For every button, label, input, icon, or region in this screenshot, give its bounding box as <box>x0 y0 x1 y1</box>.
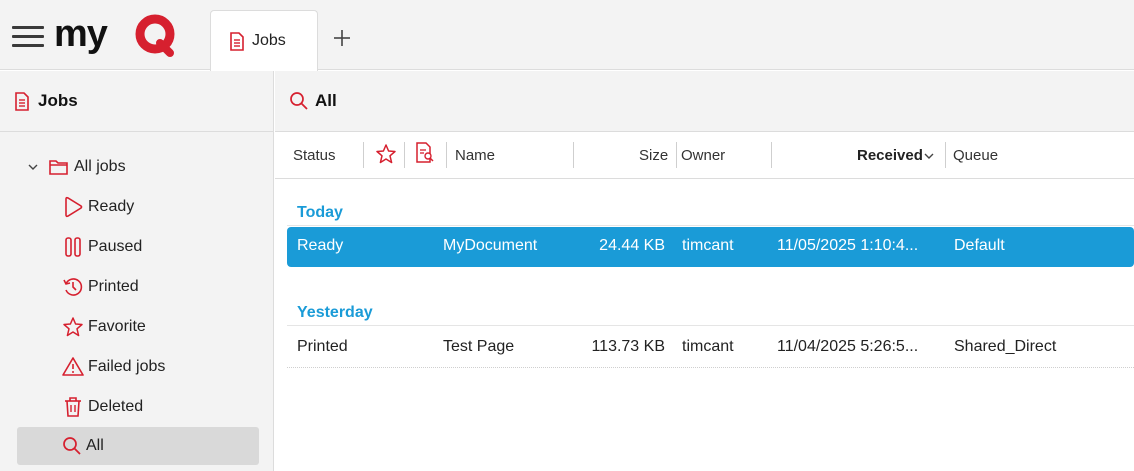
tab-jobs-label: Jobs <box>252 32 286 49</box>
history-icon <box>63 278 83 296</box>
sidebar-item-label: Printed <box>88 278 139 295</box>
main-header: All <box>275 71 1134 132</box>
sidebar-item-deleted[interactable]: Deleted <box>62 388 252 426</box>
star-icon <box>63 317 83 337</box>
sidebar-item-all-jobs[interactable]: All jobs <box>26 148 246 186</box>
document-icon <box>230 31 244 51</box>
document-icon <box>15 91 29 111</box>
group-header-today: Today <box>297 204 343 221</box>
sidebar-item-label: Ready <box>88 198 135 215</box>
table-row[interactable]: Printed Test Page 113.73 KB timcant 11/0… <box>287 328 1134 368</box>
cell-queue: Shared_Direct <box>954 338 1057 355</box>
column-separator[interactable] <box>363 142 364 168</box>
divider <box>287 325 1134 326</box>
star-icon[interactable] <box>375 143 397 165</box>
hamburger-menu-icon[interactable] <box>12 26 44 48</box>
sidebar-item-printed[interactable]: Printed <box>62 268 252 306</box>
sidebar-item-all[interactable]: All <box>17 427 259 465</box>
cell-size: 24.44 KB <box>599 237 665 254</box>
group-header-yesterday: Yesterday <box>297 304 373 321</box>
search-icon <box>63 437 81 455</box>
cell-owner: timcant <box>682 237 734 254</box>
column-name[interactable]: Name <box>455 147 495 164</box>
cell-queue: Default <box>954 237 1005 254</box>
pause-icon <box>65 237 81 257</box>
column-separator[interactable] <box>446 142 447 168</box>
cell-status: Ready <box>297 237 344 254</box>
document-preview-icon[interactable] <box>415 142 435 164</box>
chevron-down-icon[interactable] <box>26 160 40 174</box>
svg-text:my: my <box>54 14 108 55</box>
column-size[interactable]: Size <box>639 147 668 164</box>
tab-jobs[interactable]: Jobs <box>210 10 318 71</box>
top-bar: my Jobs <box>0 0 1134 71</box>
sidebar-item-paused[interactable]: Paused <box>62 228 252 266</box>
column-received[interactable]: Received <box>857 147 923 164</box>
cell-name: MyDocument <box>443 237 538 254</box>
main-panel: All Status Name Size Owner Received Queu… <box>275 71 1134 471</box>
column-separator[interactable] <box>676 142 677 168</box>
cell-size: 113.73 KB <box>591 338 665 355</box>
cell-name: Test Page <box>443 338 515 355</box>
column-separator[interactable] <box>771 142 772 168</box>
myq-logo: my <box>54 14 175 57</box>
cell-status: Printed <box>297 338 348 355</box>
sidebar-title: Jobs <box>38 91 78 110</box>
column-owner[interactable]: Owner <box>681 147 725 164</box>
sidebar-item-label: All <box>86 437 104 454</box>
play-icon <box>65 196 83 218</box>
column-queue[interactable]: Queue <box>953 147 998 164</box>
column-separator[interactable] <box>404 142 405 168</box>
sidebar: Jobs All jobs Ready Paused Printed Favor… <box>0 71 274 471</box>
warning-icon <box>62 357 84 376</box>
column-status[interactable]: Status <box>293 147 336 164</box>
sidebar-item-ready[interactable]: Ready <box>62 188 252 226</box>
column-separator[interactable] <box>945 142 946 168</box>
cell-owner: timcant <box>682 338 734 355</box>
divider <box>287 225 1134 226</box>
add-tab-icon[interactable] <box>330 26 354 50</box>
table-row[interactable]: Ready MyDocument 24.44 KB timcant 11/05/… <box>287 227 1134 267</box>
folder-icon <box>49 160 68 175</box>
column-separator[interactable] <box>573 142 574 168</box>
sidebar-header: Jobs <box>0 71 273 132</box>
cell-received: 11/04/2025 5:26:5... <box>777 338 919 355</box>
trash-icon <box>65 397 81 417</box>
cell-received: 11/05/2025 1:10:4... <box>777 237 919 254</box>
column-header: Status Name Size Owner Received Queue <box>275 133 1134 179</box>
sidebar-item-label: Failed jobs <box>88 358 166 375</box>
sidebar-item-favorite[interactable]: Favorite <box>62 308 252 346</box>
page-title: All <box>315 91 337 110</box>
sidebar-item-label: All jobs <box>74 158 126 175</box>
sidebar-item-failed-jobs[interactable]: Failed jobs <box>62 348 252 386</box>
sidebar-item-label: Favorite <box>88 318 146 335</box>
search-icon <box>290 92 308 110</box>
sidebar-item-label: Deleted <box>88 398 144 415</box>
sidebar-item-label: Paused <box>88 238 143 255</box>
chevron-down-icon[interactable] <box>923 151 935 161</box>
